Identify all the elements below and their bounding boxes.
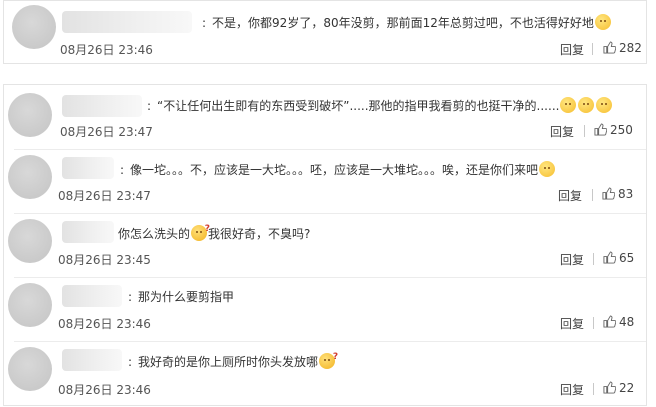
- thumbs-up-icon: [603, 251, 617, 264]
- like-button[interactable]: 83: [602, 187, 633, 201]
- smirk-icon: [560, 97, 577, 113]
- divider: [14, 149, 646, 150]
- comment-time: 08月26日 23:47: [58, 189, 151, 203]
- comment-time: 08月26日 23:46: [58, 317, 151, 331]
- reply-button[interactable]: 回复: [560, 381, 584, 398]
- separator: [593, 383, 594, 395]
- smirk-icon: [596, 97, 613, 113]
- username-blurred[interactable]: [62, 285, 122, 307]
- comment-text: : 我好奇的是你上厕所时你头发放哪?: [128, 352, 339, 369]
- avatar[interactable]: [8, 219, 52, 263]
- like-button[interactable]: 250: [594, 123, 633, 137]
- comment-text: : 那为什么要剪指甲: [128, 290, 235, 304]
- thumbs-up-icon: [594, 123, 608, 136]
- avatar[interactable]: [8, 93, 52, 137]
- reply-button[interactable]: 回复: [560, 41, 584, 58]
- smirk-icon: [578, 97, 595, 113]
- thinking-icon: ?: [191, 224, 210, 241]
- comment-item: : 不是，你都92岁了，80年没剪，那前面12年总剪过吧，不也活得好好地 08月2…: [4, 1, 646, 65]
- comment-time: 08月26日 23:45: [58, 253, 151, 267]
- like-count: 65: [619, 251, 635, 265]
- reply-button[interactable]: 回复: [550, 123, 574, 140]
- divider: [14, 277, 646, 278]
- username-blurred[interactable]: [62, 95, 142, 117]
- comment-card-top: : 不是，你都92岁了，80年没剪，那前面12年总剪过吧，不也活得好好地 08月2…: [3, 0, 647, 64]
- like-button[interactable]: 48: [603, 315, 634, 329]
- thinking-icon: ?: [319, 352, 338, 369]
- username-blurred[interactable]: [62, 349, 122, 371]
- comment-time: 08月26日 23:46: [60, 43, 153, 57]
- comment-item: : 那为什么要剪指甲 08月26日 23:46 回复 48: [4, 279, 646, 337]
- hug-icon: [539, 161, 556, 177]
- comment-item: : 我好奇的是你上厕所时你头发放哪? 08月26日 23:46 回复 22: [4, 343, 646, 405]
- sweat-smile-icon: [594, 14, 611, 30]
- like-count: 250: [610, 123, 633, 137]
- comment-item: 你怎么洗头的? 我很好奇，不臭吗? 08月26日 23:45 回复 65: [4, 215, 646, 273]
- thumbs-up-icon: [602, 187, 616, 200]
- reply-button[interactable]: 回复: [558, 187, 582, 204]
- separator: [592, 43, 593, 55]
- avatar[interactable]: [8, 347, 52, 391]
- comment-item: : “不让任何出生即有的东西受到破坏”.....那他的指甲我看剪的也挺干净的...…: [4, 85, 646, 143]
- like-count: 22: [619, 381, 635, 395]
- like-count: 83: [618, 187, 634, 201]
- thumbs-up-icon: [603, 315, 617, 328]
- divider: [14, 341, 646, 342]
- avatar[interactable]: [8, 283, 52, 327]
- username-blurred[interactable]: [62, 11, 192, 33]
- like-button[interactable]: 282: [603, 41, 642, 55]
- like-button[interactable]: 65: [603, 251, 634, 265]
- like-count: 282: [619, 41, 642, 55]
- separator: [593, 317, 594, 329]
- comment-text: : 不是，你都92岁了，80年没剪，那前面12年总剪过吧，不也活得好好地: [202, 14, 612, 31]
- username-blurred[interactable]: [62, 221, 114, 243]
- thumbs-up-icon: [603, 381, 617, 394]
- comment-text: : 像一坨。。。不，应该是一大坨。。。呸，应该是一大堆坨。。。唉，还是你们来吧: [120, 161, 556, 178]
- like-button[interactable]: 22: [603, 381, 634, 395]
- separator: [592, 189, 593, 201]
- comment-text: : “不让任何出生即有的东西受到破坏”.....那他的指甲我看剪的也挺干净的...…: [147, 97, 613, 114]
- separator: [593, 253, 594, 265]
- comment-time: 08月26日 23:47: [60, 125, 153, 139]
- comment-text: 你怎么洗头的? 我很好奇，不臭吗?: [118, 224, 311, 241]
- separator: [584, 125, 585, 137]
- divider: [14, 213, 646, 214]
- reply-button[interactable]: 回复: [560, 315, 584, 332]
- comment-time: 08月26日 23:46: [58, 383, 151, 397]
- like-count: 48: [619, 315, 635, 329]
- comment-card-main: : “不让任何出生即有的东西受到破坏”.....那他的指甲我看剪的也挺干净的...…: [3, 84, 647, 406]
- avatar[interactable]: [8, 155, 52, 199]
- reply-button[interactable]: 回复: [560, 251, 584, 268]
- avatar[interactable]: [12, 5, 56, 49]
- thumbs-up-icon: [603, 41, 617, 54]
- comment-item: : 像一坨。。。不，应该是一大坨。。。呸，应该是一大堆坨。。。唉，还是你们来吧 0…: [4, 151, 646, 209]
- username-blurred[interactable]: [62, 157, 114, 179]
